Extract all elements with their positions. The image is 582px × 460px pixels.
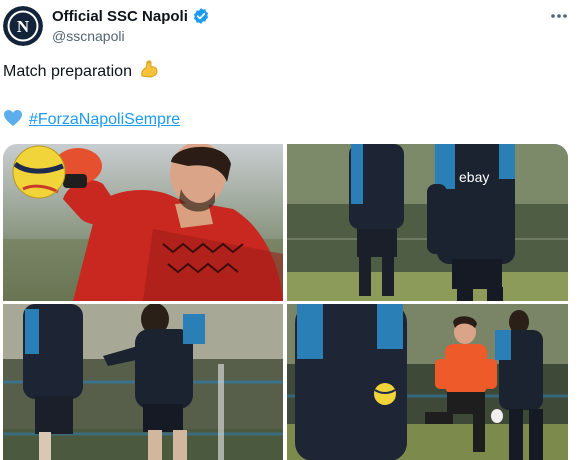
tweet-header: N Official SSC Napoli @sscnapoli [0,0,582,56]
goalkeeper-catching-ball-photo[interactable] [3,144,283,301]
jersey-sponsor-text: ebay [459,169,489,185]
avatar-letter: N [17,17,30,36]
tweet-text: Match preparation [3,60,160,82]
hashtag-link[interactable]: #ForzaNapoliSempre [29,111,180,129]
display-name-row: Official SSC Napoli [52,6,210,26]
hashtag-line: #ForzaNapoliSempre [3,109,180,131]
verified-badge-icon [192,7,210,25]
avatar[interactable]: N [3,6,43,46]
tweet-text-content: Match preparation [3,63,132,80]
media-grid: ebay [3,144,568,460]
more-horizontal-icon [551,14,567,18]
blue-heart-icon [3,109,23,132]
flexed-biceps-icon [138,58,160,86]
account-handle[interactable]: @sscnapoli [52,28,210,44]
goalkeeper-drill-photo-4[interactable] [287,304,568,460]
players-training-photo-2[interactable]: ebay [287,144,568,301]
tweet-line-1: Match preparation [3,60,160,82]
more-options-button[interactable] [548,6,570,26]
players-running-photo-3[interactable] [3,304,283,460]
display-name[interactable]: Official SSC Napoli [52,8,188,25]
napoli-logo-icon: N [3,6,43,46]
account-names: Official SSC Napoli @sscnapoli [52,6,210,44]
